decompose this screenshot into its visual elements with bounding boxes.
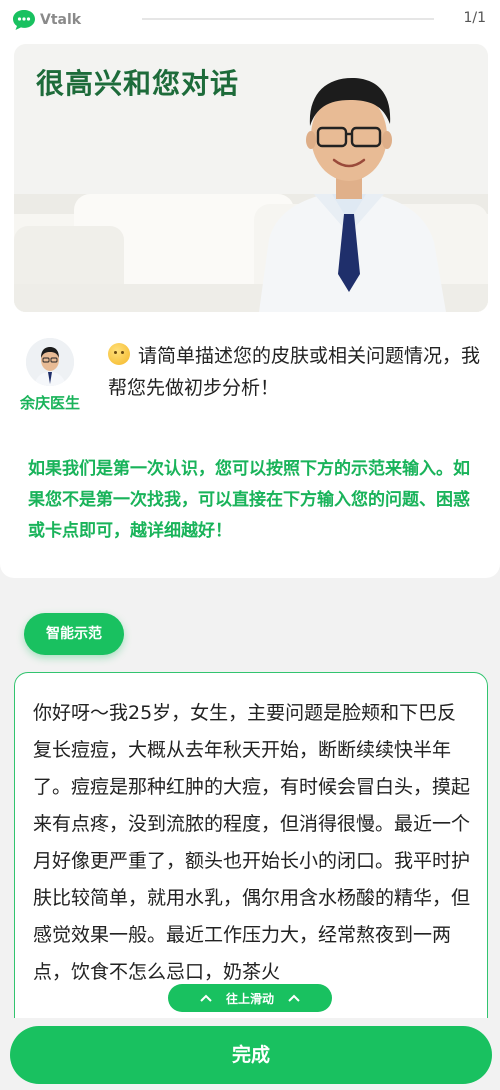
avatar[interactable] (26, 338, 74, 386)
description-input-text[interactable]: 你好呀～我25岁，女生，主要问题是脸颊和下巴反复长痘痘，大概从去年秋天开始，断断… (33, 695, 473, 991)
page-counter: 1/1 (463, 10, 486, 26)
logo-text: Vtalk (40, 12, 82, 28)
intro-card: 很高兴和您对话 余庆医生 请简单描述您的皮肤或相关问题情况，我帮您先做初步分析！… (0, 30, 500, 578)
chevron-up-icon (288, 992, 300, 1004)
hero-banner: 很高兴和您对话 (14, 44, 488, 312)
bottom-bar: 完成 (0, 1018, 500, 1090)
hero-title: 很高兴和您对话 (36, 67, 240, 100)
message-bubble: 请简单描述您的皮肤或相关问题情况，我帮您先做初步分析！ (108, 340, 486, 404)
smart-demo-button[interactable]: 智能示范 (24, 613, 124, 655)
done-button[interactable]: 完成 (10, 1026, 492, 1084)
doctor-profile[interactable]: 余庆医生 (10, 338, 90, 413)
scroll-up-hint[interactable]: 往上滑动 (168, 984, 332, 1012)
doctor-name: 余庆医生 (19, 394, 80, 412)
description-input[interactable]: 你好呀～我25岁，女生，主要问题是脸颊和下巴反复长痘痘，大概从去年秋天开始，断断… (14, 672, 488, 1032)
smile-emoji-icon (108, 343, 130, 365)
message-text: 请简单描述您的皮肤或相关问题情况，我帮您先做初步分析！ (108, 345, 481, 399)
chevron-up-icon (200, 992, 212, 1004)
progress-line (142, 18, 434, 20)
chat-bubble-icon (12, 9, 36, 31)
hint-text: 如果我们是第一次认识，您可以按照下方的示范来输入。如果您不是第一次找我，可以直接… (28, 459, 470, 541)
scroll-up-label: 往上滑动 (225, 991, 274, 1006)
